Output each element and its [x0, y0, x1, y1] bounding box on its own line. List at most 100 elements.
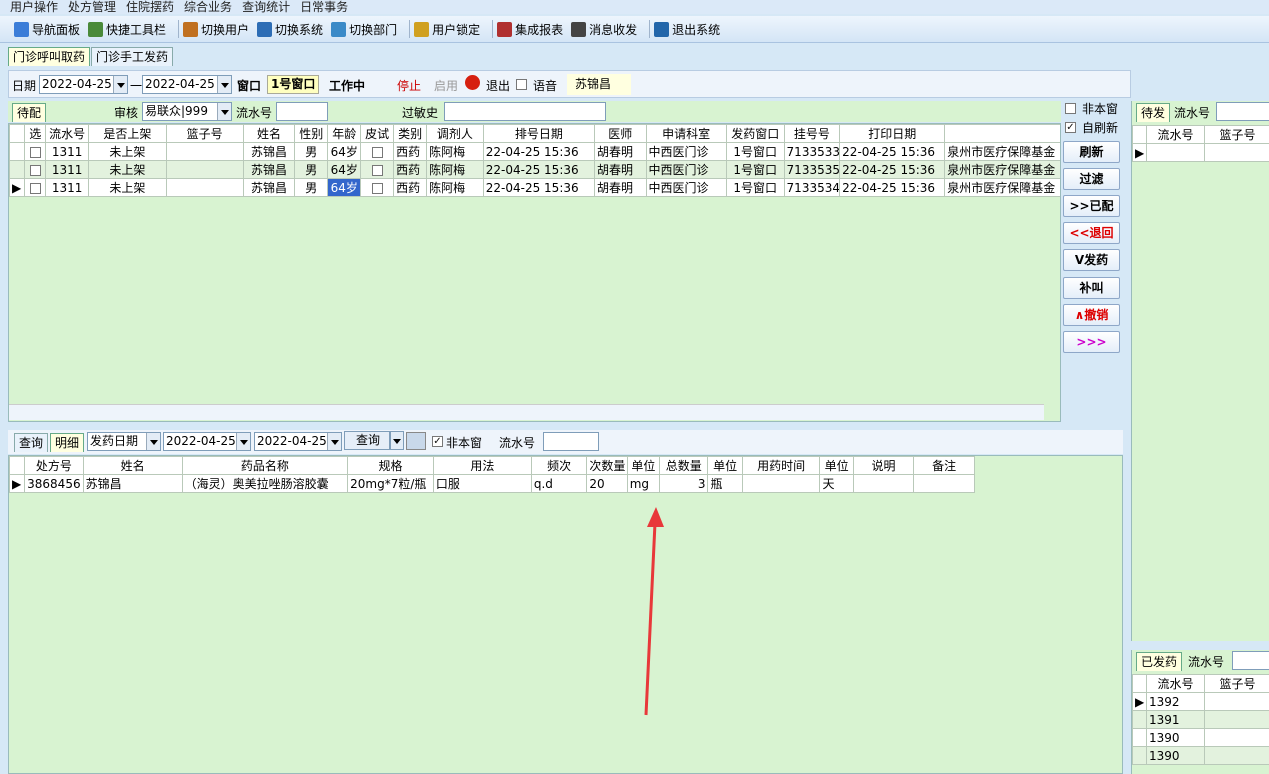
- date-type-select[interactable]: 发药日期: [87, 432, 161, 451]
- pending-cell[interactable]: 中西医门诊: [645, 142, 727, 161]
- pending-cell[interactable]: [165, 142, 244, 161]
- pending-col-header[interactable]: 申请科室: [645, 124, 727, 143]
- pending-col-header[interactable]: 篮子号: [165, 124, 244, 143]
- pending-cell[interactable]: 1号窗口: [725, 160, 785, 179]
- pending-cell[interactable]: 男: [294, 160, 329, 179]
- allergy-input[interactable]: [444, 102, 606, 121]
- pending-cell[interactable]: 泉州市医疗保障基金: [944, 142, 1060, 161]
- side-col-header[interactable]: 篮子号: [1204, 125, 1269, 144]
- pending-col-header[interactable]: 流水号: [45, 124, 90, 143]
- pending-cell[interactable]: [165, 178, 244, 197]
- date-from-select[interactable]: 2022-04-25: [39, 75, 128, 94]
- side-cell[interactable]: [1204, 710, 1269, 729]
- pending-cell[interactable]: [165, 160, 244, 179]
- refresh-button[interactable]: 刷新: [1063, 141, 1120, 163]
- detail-cell[interactable]: [852, 474, 915, 493]
- pending-cell[interactable]: 1311: [45, 178, 90, 197]
- pending-row[interactable]: 1311 未上架 苏锦昌男 64岁 西药 陈阿梅 22-04-25 15:36 胡春明 中西医门…: [9, 160, 1060, 179]
- side-cell[interactable]: [1204, 746, 1269, 765]
- toolbar-button-6[interactable]: 集成报表: [497, 21, 563, 38]
- pending-cell[interactable]: 22-04-25 15:36: [839, 178, 946, 197]
- filter-button[interactable]: 过滤: [1063, 168, 1120, 190]
- pending-cell[interactable]: 7133534: [783, 178, 841, 197]
- pending-cell[interactable]: [360, 178, 395, 197]
- toolbar-button-8[interactable]: 退出系统: [654, 21, 720, 38]
- detail-cell[interactable]: （海灵）奥美拉唑肠溶胶囊: [181, 474, 349, 493]
- pending-cell[interactable]: 胡春明: [594, 160, 647, 179]
- detail-col-header[interactable]: 单位: [819, 456, 854, 475]
- pending-col-header[interactable]: 年龄: [327, 124, 362, 143]
- detail-cell[interactable]: mg: [626, 474, 661, 493]
- pending-col-header[interactable]: 调剂人: [426, 124, 484, 143]
- pending-cell[interactable]: 男: [294, 178, 329, 197]
- detail-col-header[interactable]: 总数量: [659, 456, 709, 475]
- date-to-select[interactable]: 2022-04-25: [142, 75, 232, 94]
- menu-item-4[interactable]: 查询统计: [242, 1, 290, 13]
- pending-cell[interactable]: 未上架: [88, 178, 167, 197]
- pending-cell[interactable]: 7133533: [783, 142, 841, 161]
- pending-cell[interactable]: 未上架: [88, 160, 167, 179]
- exit-button[interactable]: 退出: [486, 77, 510, 94]
- recall-button[interactable]: 补叫: [1063, 277, 1120, 299]
- pending-row[interactable]: ▶ 1311 未上架 苏锦昌男 64岁 西药 陈阿梅 22-04-25 15:36 胡春明 中西医…: [9, 178, 1060, 197]
- select-checkbox[interactable]: [29, 164, 41, 176]
- pending-cell[interactable]: 苏锦昌: [242, 160, 296, 179]
- pending-cell[interactable]: 22-04-25 15:36: [839, 142, 946, 161]
- tab-pending[interactable]: 待配: [12, 103, 47, 122]
- detail-col-header[interactable]: 用药时间: [741, 456, 821, 475]
- tab-detail[interactable]: 明细: [50, 433, 85, 452]
- side-col-header[interactable]: 流水号: [1146, 125, 1205, 144]
- detail-cell[interactable]: 天: [819, 474, 854, 493]
- select-checkbox[interactable]: [29, 146, 41, 158]
- tab-manual-dispense[interactable]: 门诊手工发药: [91, 47, 174, 66]
- pending-cell[interactable]: 64岁: [327, 160, 362, 179]
- side-cell[interactable]: 1392: [1146, 692, 1205, 711]
- pending-hscroll[interactable]: [9, 404, 1044, 420]
- pending-cell[interactable]: 22-04-25 15:36: [482, 160, 596, 179]
- detail-col-header[interactable]: 用法: [432, 456, 532, 475]
- pending-cell[interactable]: [24, 178, 47, 197]
- tab-dispensed[interactable]: 已发药: [1136, 652, 1183, 671]
- skin-test-checkbox[interactable]: [371, 146, 383, 158]
- toolbar-button-3[interactable]: 切换系统: [257, 21, 323, 38]
- tab-waiting[interactable]: 待发: [1136, 103, 1171, 122]
- pending-col-header[interactable]: 挂号号: [783, 124, 841, 143]
- detail-cell[interactable]: 口服: [432, 474, 532, 493]
- menu-item-3[interactable]: 综合业务: [184, 1, 232, 13]
- pending-col-header[interactable]: 医师: [594, 124, 647, 143]
- toolbar-button-2[interactable]: 切换用户: [183, 21, 249, 38]
- stop-button[interactable]: 停止: [397, 77, 421, 94]
- side-cell[interactable]: [1146, 143, 1205, 162]
- pending-cell[interactable]: 中西医门诊: [645, 178, 727, 197]
- detail-col-header[interactable]: 备注: [913, 456, 975, 475]
- pending-cell[interactable]: 1311: [45, 160, 90, 179]
- skin-test-checkbox[interactable]: [371, 182, 383, 194]
- pending-cell[interactable]: 苏锦昌: [242, 178, 296, 197]
- pending-col-header[interactable]: 类别: [393, 124, 428, 143]
- pending-cell[interactable]: 64岁: [327, 178, 362, 197]
- detail-col-header[interactable]: 处方号: [24, 456, 84, 475]
- pending-col-header[interactable]: 性别: [294, 124, 329, 143]
- select-checkbox[interactable]: [29, 182, 41, 194]
- pending-col-header[interactable]: 打印日期: [839, 124, 946, 143]
- detail-col-header[interactable]: 说明: [852, 456, 915, 475]
- pending-cell[interactable]: 泉州市医疗保障基金: [944, 160, 1060, 179]
- pending-cell[interactable]: 泉州市医疗保障基金: [944, 178, 1060, 197]
- pending-col-header[interactable]: 排号日期: [482, 124, 596, 143]
- dispense-button[interactable]: V发药: [1063, 249, 1120, 271]
- pending-cell[interactable]: 陈阿梅: [426, 142, 484, 161]
- detail-col-header[interactable]: 频次: [530, 456, 588, 475]
- pending-col-header[interactable]: 发药窗口: [725, 124, 785, 143]
- print-icon[interactable]: [406, 432, 426, 450]
- skin-test-checkbox[interactable]: [371, 164, 383, 176]
- side-row[interactable]: ▶: [1132, 143, 1269, 162]
- side-cell[interactable]: 1391: [1146, 710, 1205, 729]
- pending-cell[interactable]: 1311: [45, 142, 90, 161]
- pending-cell[interactable]: 西药: [393, 178, 428, 197]
- toolbar-button-5[interactable]: 用户锁定: [414, 21, 480, 38]
- side-row[interactable]: 1391: [1132, 710, 1269, 729]
- pending-col-header[interactable]: 姓名: [242, 124, 296, 143]
- detail-col-header[interactable]: 药品名称: [181, 456, 349, 475]
- detail-date-to[interactable]: 2022-04-25: [254, 432, 342, 451]
- detail-non-window-checkbox[interactable]: [432, 436, 443, 447]
